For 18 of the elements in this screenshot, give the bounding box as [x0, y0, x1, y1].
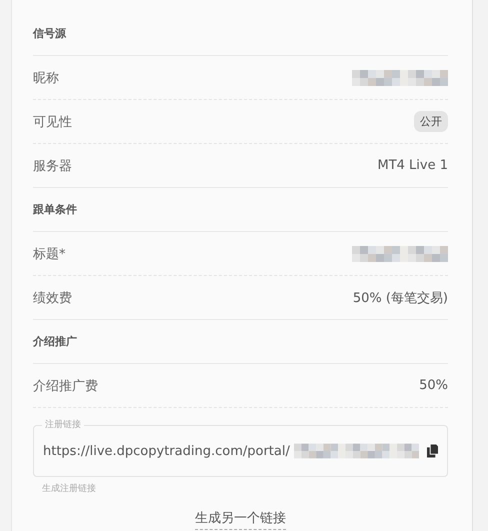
- row-label: 昵称: [33, 70, 59, 86]
- row-label: 服务器: [33, 158, 72, 174]
- section-title: 信号源: [33, 26, 66, 41]
- row-value: MT4 Live 1: [377, 158, 448, 173]
- helper-text: 生成注册链接: [42, 482, 97, 495]
- visibility-badge: 公开: [414, 111, 448, 132]
- row-value: 50% (每笔交易): [352, 290, 448, 306]
- field-label: 注册链接: [42, 419, 84, 431]
- section-title: 介绍推广: [33, 334, 77, 349]
- row-label: 介绍推广费: [33, 378, 98, 394]
- row-label: 绩效费: [33, 290, 72, 306]
- row-label: 可见性: [33, 114, 72, 130]
- row-value: 50%: [419, 378, 448, 393]
- generate-link[interactable]: 生成另一个链接: [195, 509, 286, 530]
- section-title: 跟单条件: [33, 202, 77, 217]
- copy-icon[interactable]: [426, 444, 438, 458]
- row-label: 标题*: [33, 246, 66, 262]
- field-value: https://live.dpcopytrading.com/portal/: [43, 444, 290, 458]
